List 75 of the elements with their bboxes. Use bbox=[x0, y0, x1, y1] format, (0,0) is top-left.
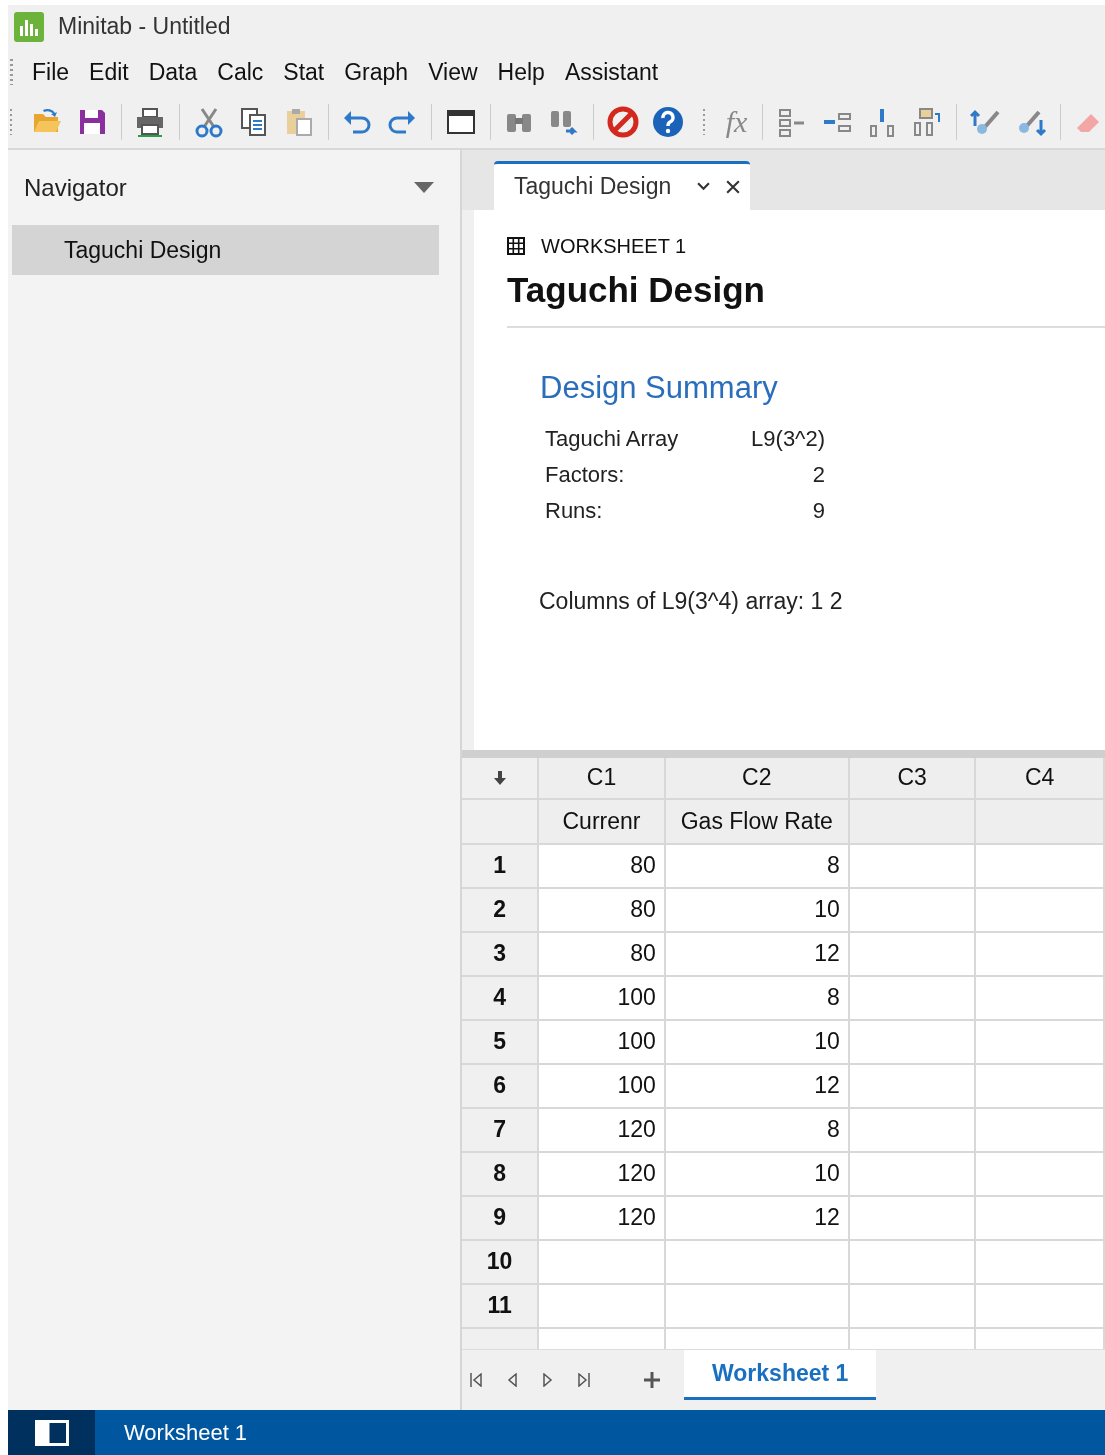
menu-item[interactable]: File bbox=[25, 54, 77, 90]
table-cell: 12 bbox=[665, 932, 850, 977]
column-header[interactable]: C2 bbox=[665, 757, 850, 800]
summary-label: Taguchi Array bbox=[545, 425, 680, 452]
row-number[interactable]: 3 bbox=[462, 932, 540, 977]
arrow-down-icon[interactable] bbox=[493, 770, 506, 785]
menu-item[interactable]: Data bbox=[141, 54, 205, 90]
table-cell: 10 bbox=[665, 1152, 850, 1197]
stop-icon[interactable] bbox=[607, 106, 640, 138]
column-name[interactable]: Currenr bbox=[539, 799, 666, 845]
output-tab[interactable]: Taguchi Design bbox=[494, 160, 751, 210]
menu-item[interactable]: Assistant bbox=[557, 54, 666, 90]
table-cell: 80 bbox=[539, 932, 666, 977]
window-title: Minitab - Untitled bbox=[58, 13, 231, 40]
navigator-item[interactable]: Taguchi Design bbox=[12, 225, 439, 275]
chevron-down-icon[interactable] bbox=[697, 182, 711, 192]
row-number[interactable]: 11 bbox=[462, 1284, 540, 1329]
summary-value: 9 bbox=[811, 497, 825, 524]
summary-label: Factors: bbox=[545, 461, 626, 488]
panel-toggle-icon[interactable] bbox=[34, 1419, 69, 1446]
menu-item[interactable]: View bbox=[421, 54, 485, 90]
table-cell: 120 bbox=[539, 1152, 666, 1197]
row-number[interactable]: 6 bbox=[462, 1064, 540, 1109]
table-cell: 100 bbox=[539, 1020, 666, 1065]
menu-item[interactable]: Stat bbox=[276, 54, 332, 90]
output-note: Columns of L9(3^4) array: 1 2 bbox=[539, 587, 844, 615]
menu-item[interactable]: Calc bbox=[210, 54, 271, 90]
table-cell: 100 bbox=[539, 1064, 666, 1109]
row-number[interactable]: 5 bbox=[462, 1020, 540, 1065]
section-title: Design Summary bbox=[540, 369, 779, 406]
table-cell: 10 bbox=[665, 888, 850, 933]
menu-item[interactable]: Edit bbox=[82, 54, 136, 90]
table-cell: 8 bbox=[665, 844, 850, 889]
menu-item[interactable]: Help bbox=[490, 54, 552, 90]
previous-sheet-icon[interactable] bbox=[506, 1373, 518, 1388]
row-number[interactable]: 2 bbox=[462, 888, 540, 933]
row-number[interactable]: 7 bbox=[462, 1108, 540, 1153]
column-header[interactable]: C4 bbox=[976, 757, 1105, 800]
summary-value: 2 bbox=[811, 461, 825, 488]
table-cell: 120 bbox=[539, 1196, 666, 1241]
next-sheet-icon[interactable] bbox=[542, 1373, 554, 1388]
tab-label[interactable]: Taguchi Design bbox=[514, 173, 672, 201]
close-icon[interactable] bbox=[726, 179, 741, 194]
table-cell: 8 bbox=[665, 1108, 850, 1153]
table-cell: 120 bbox=[539, 1108, 666, 1153]
first-sheet-icon[interactable] bbox=[470, 1373, 482, 1388]
row-number[interactable]: 4 bbox=[462, 976, 540, 1021]
summary-label: Runs: bbox=[545, 497, 604, 524]
table-cell: 80 bbox=[539, 888, 666, 933]
summary-value: L9(3^2) bbox=[750, 425, 825, 452]
column-header[interactable]: C3 bbox=[849, 757, 977, 800]
column-header[interactable]: C1 bbox=[539, 757, 666, 800]
table-cell: 80 bbox=[539, 844, 666, 889]
help-icon[interactable] bbox=[652, 106, 685, 138]
last-sheet-icon[interactable] bbox=[578, 1373, 590, 1388]
worksheet-label: WORKSHEET 1 bbox=[541, 234, 687, 258]
table-cell: 8 bbox=[665, 976, 850, 1021]
sheet-tab[interactable]: Worksheet 1 bbox=[684, 1350, 877, 1401]
grid-icon bbox=[507, 237, 525, 256]
status-text: Worksheet 1 bbox=[124, 1419, 248, 1446]
app-logo-icon bbox=[14, 11, 44, 42]
navigator-title: Navigator bbox=[24, 173, 127, 202]
table-cell: 12 bbox=[665, 1196, 850, 1241]
table-cell: 10 bbox=[665, 1020, 850, 1065]
output-title: Taguchi Design bbox=[507, 269, 766, 310]
column-name[interactable]: Gas Flow Rate bbox=[665, 799, 850, 845]
table-cell: 100 bbox=[539, 976, 666, 1021]
row-number[interactable]: 10 bbox=[462, 1240, 540, 1285]
row-number[interactable]: 1 bbox=[462, 844, 540, 889]
table-cell: 12 bbox=[665, 1064, 850, 1109]
row-number[interactable]: 9 bbox=[462, 1196, 540, 1241]
dropdown-icon[interactable] bbox=[414, 181, 434, 194]
row-number[interactable]: 8 bbox=[462, 1152, 540, 1197]
menu-item[interactable]: Graph bbox=[337, 54, 416, 90]
add-sheet-icon[interactable] bbox=[644, 1372, 660, 1389]
